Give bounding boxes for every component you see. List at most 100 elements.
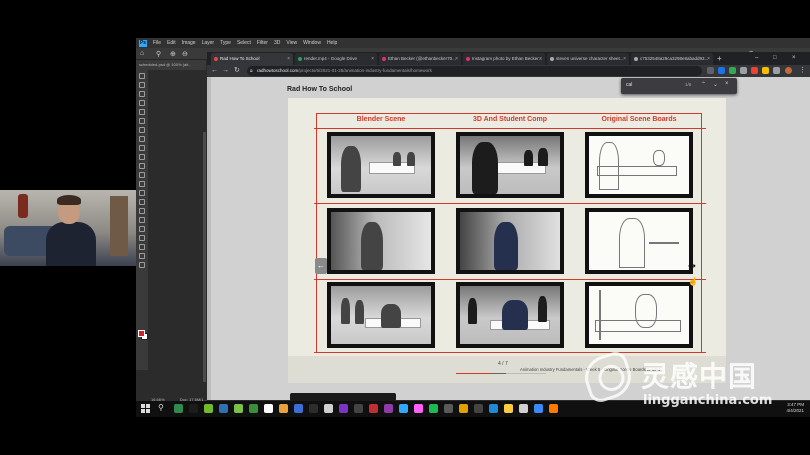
forward-icon[interactable]: → xyxy=(222,66,229,76)
marquee-tool-icon[interactable] xyxy=(139,82,145,88)
close-tab-icon[interactable]: × xyxy=(287,53,290,65)
taskbar-app-icon[interactable] xyxy=(294,404,303,413)
taskbar-app-icon[interactable] xyxy=(354,404,363,413)
taskbar-app-icon[interactable] xyxy=(249,404,258,413)
taskbar-app-icon[interactable] xyxy=(219,404,228,413)
taskbar-app-icon[interactable] xyxy=(489,404,498,413)
next-slide-button[interactable]: ➞ xyxy=(685,260,699,274)
search-icon[interactable]: ⚲ xyxy=(158,403,164,412)
ps-document-tab[interactable]: scheduled-psd @ 100% (alt... xyxy=(136,60,206,70)
taskbar-app-icon[interactable] xyxy=(384,404,393,413)
taskbar-app-icon[interactable] xyxy=(444,404,453,413)
ps-menu-filter[interactable]: Filter xyxy=(257,40,268,46)
ps-menu-help[interactable]: Help xyxy=(327,40,337,46)
extension-icon[interactable] xyxy=(762,67,769,74)
home-icon[interactable]: ⌂ xyxy=(140,50,144,57)
zoom-tool-small-icon[interactable] xyxy=(139,253,145,259)
close-tab-icon[interactable]: × xyxy=(371,53,374,65)
frame-tool-icon[interactable] xyxy=(139,118,145,124)
tab-rad-how-to-school[interactable]: Rad How To School × xyxy=(211,53,293,65)
path-select-tool-icon[interactable] xyxy=(139,226,145,232)
zoom-in-icon[interactable]: ⊕ xyxy=(170,50,176,58)
tab-image-hash[interactable]: c7532548a29ca3298e8abadd93... × xyxy=(631,53,713,65)
ps-menu-image[interactable]: Image xyxy=(182,40,196,46)
taskbar-app-icon[interactable] xyxy=(279,404,288,413)
ps-menu-type[interactable]: Type xyxy=(220,40,231,46)
blur-tool-icon[interactable] xyxy=(139,190,145,196)
foreground-color-swatch[interactable] xyxy=(138,330,145,337)
back-icon[interactable]: ← xyxy=(211,66,218,76)
tab-steven-universe[interactable]: steven universe character sheet... × xyxy=(547,53,629,65)
taskbar-app-icon[interactable] xyxy=(534,404,543,413)
previous-slide-button[interactable]: ← xyxy=(315,258,327,274)
windows-start-icon[interactable] xyxy=(141,404,150,413)
quick-select-tool-icon[interactable] xyxy=(139,100,145,106)
lasso-tool-icon[interactable] xyxy=(139,91,145,97)
new-tab-button[interactable]: + xyxy=(717,52,722,65)
lock-icon[interactable]: 🔒︎ xyxy=(250,66,253,76)
profile-avatar[interactable] xyxy=(785,67,792,74)
zoom-out-icon[interactable]: ⊖ xyxy=(182,50,188,58)
history-brush-tool-icon[interactable] xyxy=(139,163,145,169)
close-tab-icon[interactable]: × xyxy=(623,53,626,65)
maximize-icon[interactable]: □ xyxy=(773,52,777,65)
extension-icon[interactable] xyxy=(718,67,725,74)
taskbar-app-icon[interactable] xyxy=(504,404,513,413)
type-tool-icon[interactable] xyxy=(139,217,145,223)
crop-tool-icon[interactable] xyxy=(139,109,145,115)
brush-tool-icon[interactable] xyxy=(139,145,145,151)
taskbar-app-icon[interactable] xyxy=(429,404,438,413)
extension-icon[interactable] xyxy=(729,67,736,74)
taskbar-app-icon[interactable] xyxy=(324,404,333,413)
ps-menu-select[interactable]: Select xyxy=(237,40,251,46)
taskbar-app-icon[interactable] xyxy=(549,404,558,413)
find-close-icon[interactable]: × xyxy=(725,81,729,87)
ps-menu-edit[interactable]: Edit xyxy=(167,40,176,46)
ps-canvas-scrollbar[interactable] xyxy=(203,132,206,382)
extension-icon[interactable] xyxy=(751,67,758,74)
tab-instagram-photo[interactable]: Instagram photo by Ethan Becker... × xyxy=(463,53,545,65)
taskbar-app-icon[interactable] xyxy=(234,404,243,413)
gradient-tool-icon[interactable] xyxy=(139,181,145,187)
system-clock[interactable]: 3:47 PM 4/4/2021 xyxy=(786,402,804,414)
ps-menu-3d[interactable]: 3D xyxy=(274,40,280,46)
taskbar-app-icon[interactable] xyxy=(189,404,198,413)
chrome-menu-icon[interactable]: ⋮ xyxy=(799,66,806,76)
taskbar-app-icon[interactable] xyxy=(204,404,213,413)
ps-menu-file[interactable]: File xyxy=(153,40,161,46)
taskbar-app-icon[interactable] xyxy=(309,404,318,413)
tab-ethan-becker[interactable]: Ethan Becker (@ethanbecker70... × xyxy=(379,53,461,65)
eraser-tool-icon[interactable] xyxy=(139,172,145,178)
healing-tool-icon[interactable] xyxy=(139,136,145,142)
reload-icon[interactable]: ↻ xyxy=(234,66,240,76)
address-bar[interactable]: 🔒︎ radhowtoschool.com/projects/6/2021-01… xyxy=(247,66,702,76)
eyedropper-tool-icon[interactable] xyxy=(139,127,145,133)
taskbar-app-icon[interactable] xyxy=(264,404,273,413)
taskbar-app-icon[interactable] xyxy=(474,404,483,413)
taskbar-app-icon[interactable] xyxy=(339,404,348,413)
ps-menu-layer[interactable]: Layer xyxy=(202,40,215,46)
find-previous-icon[interactable]: ⌃ xyxy=(701,81,706,88)
find-next-icon[interactable]: ⌄ xyxy=(713,81,718,88)
puzzle-icon[interactable] xyxy=(773,67,780,74)
find-query[interactable]: cal xyxy=(626,82,632,88)
taskbar-app-icon[interactable] xyxy=(174,404,183,413)
pen-tool-icon[interactable] xyxy=(139,208,145,214)
slide-progress-bar[interactable] xyxy=(456,373,546,374)
taskbar-app-icon[interactable] xyxy=(519,404,528,413)
taskbar-app-icon[interactable] xyxy=(414,404,423,413)
page-scrollbar[interactable] xyxy=(207,77,211,400)
ps-menu-window[interactable]: Window xyxy=(303,40,321,46)
close-tab-icon[interactable]: × xyxy=(539,53,542,65)
close-tab-icon[interactable]: × xyxy=(707,53,710,65)
extension-icon[interactable] xyxy=(707,67,714,74)
ps-menu-view[interactable]: View xyxy=(286,40,297,46)
move-tool-icon[interactable] xyxy=(139,73,145,79)
close-window-icon[interactable]: × xyxy=(792,52,796,65)
more-tools-icon[interactable] xyxy=(139,262,145,268)
close-tab-icon[interactable]: × xyxy=(455,53,458,65)
zoom-tool-icon[interactable]: ⚲ xyxy=(156,50,161,58)
hand-tool-icon[interactable] xyxy=(139,244,145,250)
taskbar-app-icon[interactable] xyxy=(369,404,378,413)
tab-render-drive[interactable]: render.mp4 - Google Drive × xyxy=(295,53,377,65)
